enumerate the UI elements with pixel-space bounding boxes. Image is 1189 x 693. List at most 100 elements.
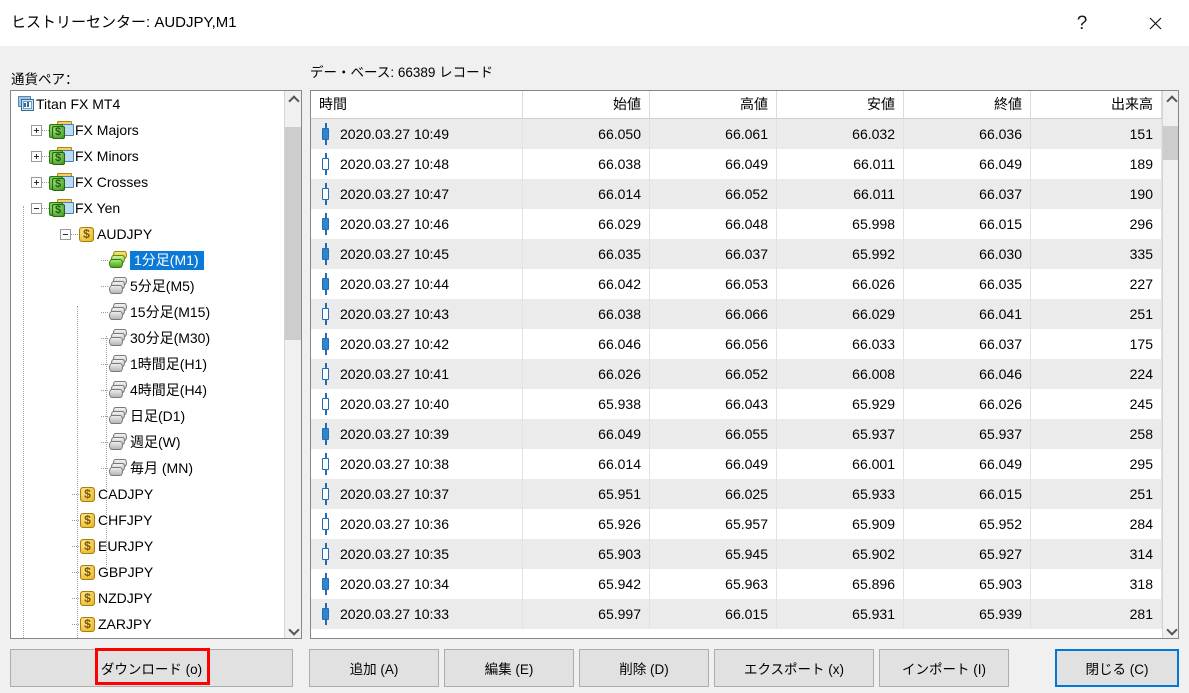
window-title: ヒストリーセンター: AUDJPY,M1	[11, 14, 237, 31]
candlestick-icon	[320, 423, 331, 445]
cell-volume: 295	[1031, 449, 1162, 479]
import-button[interactable]: インポート (I)	[879, 649, 1009, 687]
folder-money-icon: $	[49, 146, 75, 166]
cell-time: 2020.03.27 10:49	[340, 126, 449, 142]
tree-guide-line	[42, 129, 49, 131]
currency-pairs-label: 通貨ペア：	[11, 72, 79, 87]
edit-button[interactable]: 編集 (E)	[444, 649, 574, 687]
tree-item-w[interactable]: 週足(W)	[11, 429, 284, 455]
tree-item-cadjpy[interactable]: $ CADJPY	[11, 481, 284, 507]
table-row[interactable]: 2020.03.27 10:37 65.951 66.025 65.933 66.015…	[311, 479, 1162, 509]
table-row[interactable]: 2020.03.27 10:41 66.026 66.052 66.008 66.046…	[311, 359, 1162, 389]
cell-high: 66.037	[650, 239, 777, 269]
tree-item-fxminors[interactable]: $ FX Minors	[11, 143, 284, 169]
help-button[interactable]: ?	[1059, 0, 1105, 46]
table-row[interactable]: 2020.03.27 10:47 66.014 66.052 66.011 66.037…	[311, 179, 1162, 209]
symbol-coin-icon: $	[79, 590, 98, 607]
cell-high: 66.049	[650, 449, 777, 479]
tree-scrollbar-thumb[interactable]	[285, 127, 301, 340]
table-row[interactable]: 2020.03.27 10:40 65.938 66.043 65.929 66.026…	[311, 389, 1162, 419]
cell-open: 66.029	[523, 209, 650, 239]
cell-volume: 258	[1031, 419, 1162, 449]
database-icon	[108, 329, 130, 347]
tree-item-label: AUDJPY	[97, 225, 153, 242]
delete-button[interactable]: 削除 (D)	[579, 649, 709, 687]
tree-item-15m15[interactable]: 15分足(M15)	[11, 299, 284, 325]
cell-time: 2020.03.27 10:49	[311, 119, 523, 149]
cell-high: 65.963	[650, 569, 777, 599]
tree-item-1m1[interactable]: 1分足(M1)	[11, 247, 284, 273]
window-close-button[interactable]	[1132, 0, 1178, 46]
tree-item-30m30[interactable]: 30分足(M30)	[11, 325, 284, 351]
tree-item-fxmajors[interactable]: $ FX Majors	[11, 117, 284, 143]
tree-item-4h4[interactable]: 4時間足(H4)	[11, 377, 284, 403]
tree-scroll-down-button[interactable]	[285, 621, 301, 638]
tree-item-5m5[interactable]: 5分足(M5)	[11, 273, 284, 299]
database-icon	[108, 381, 130, 399]
cell-close: 65.937	[904, 419, 1031, 449]
tree-item-titanfxmt4[interactable]: Titan FX MT4	[11, 91, 284, 117]
table-row[interactable]: 2020.03.27 10:38 66.014 66.049 66.001 66.049…	[311, 449, 1162, 479]
column-header-4[interactable]: 終値	[904, 91, 1031, 118]
table-row[interactable]: 2020.03.27 10:45 66.035 66.037 65.992 66.030…	[311, 239, 1162, 269]
cell-volume: 314	[1031, 539, 1162, 569]
table-row[interactable]: 2020.03.27 10:36 65.926 65.957 65.909 65.952…	[311, 509, 1162, 539]
tree-item-1h1[interactable]: 1時間足(H1)	[11, 351, 284, 377]
tree-item-fxyen[interactable]: $ FX Yen	[11, 195, 284, 221]
tree-item-eurjpy[interactable]: $ EURJPY	[11, 533, 284, 559]
cell-high: 66.048	[650, 209, 777, 239]
table-row[interactable]: 2020.03.27 10:35 65.903 65.945 65.902 65.927…	[311, 539, 1162, 569]
cell-open: 66.050	[523, 119, 650, 149]
symbol-tree[interactable]: Titan FX MT4 $ FX Majors $ FX Minors $ FX Cros…	[11, 91, 284, 638]
table-row[interactable]: 2020.03.27 10:42 66.046 66.056 66.033 66.037…	[311, 329, 1162, 359]
tree-expander-collapsed[interactable]	[31, 150, 42, 162]
tree-expander-collapsed[interactable]	[31, 176, 42, 188]
cell-volume: 296	[1031, 209, 1162, 239]
cell-open: 65.938	[523, 389, 650, 419]
table-row[interactable]: 2020.03.27 10:43 66.038 66.066 66.029 66.041…	[311, 299, 1162, 329]
cell-low: 65.896	[777, 569, 904, 599]
add-button[interactable]: 追加 (A)	[309, 649, 439, 687]
table-row[interactable]: 2020.03.27 10:33 65.997 66.015 65.931 65.939…	[311, 599, 1162, 629]
column-header-0[interactable]: 時間	[311, 91, 523, 118]
column-header-5[interactable]: 出来高	[1031, 91, 1162, 118]
table-body[interactable]: 2020.03.27 10:49 66.050 66.061 66.032 66.036…	[311, 119, 1162, 637]
tree-item-label: 30分足(M30)	[130, 329, 211, 346]
history-table-panel: 時間 始値 高値 安値 終値 出来高 2020.03.27 10:49 66.050 66.0…	[310, 90, 1179, 639]
cell-volume: 251	[1031, 299, 1162, 329]
table-row[interactable]: 2020.03.27 10:34 65.942 65.963 65.896 65.903…	[311, 569, 1162, 599]
tree-expander-expanded[interactable]	[31, 202, 42, 214]
tree-expander-expanded[interactable]	[60, 228, 71, 240]
table-row[interactable]: 2020.03.27 10:48 66.038 66.049 66.011 66.049…	[311, 149, 1162, 179]
tree-item-fxcrosses[interactable]: $ FX Crosses	[11, 169, 284, 195]
table-row[interactable]: 2020.03.27 10:39 66.049 66.055 65.937 65.937…	[311, 419, 1162, 449]
download-button[interactable]: ダウンロード (o)	[10, 649, 293, 687]
table-row[interactable]: 2020.03.27 10:44 66.042 66.053 66.026 66.035…	[311, 269, 1162, 299]
chevron-up-icon	[290, 96, 297, 103]
tree-item-mn[interactable]: 毎月 (MN)	[11, 455, 284, 481]
table-vertical-scrollbar[interactable]	[1162, 91, 1178, 638]
tree-expander-collapsed[interactable]	[31, 124, 42, 136]
tree-item-nzdjpy[interactable]: $ NZDJPY	[11, 585, 284, 611]
export-button[interactable]: エクスポート (x)	[714, 649, 874, 687]
table-row[interactable]: 2020.03.27 10:46 66.029 66.048 65.998 66.015…	[311, 209, 1162, 239]
close-dialog-button[interactable]: 閉じる (C)	[1055, 649, 1179, 687]
table-scroll-down-button[interactable]	[1163, 621, 1178, 638]
cell-time: 2020.03.27 10:48	[340, 156, 449, 172]
table-row[interactable]: 2020.03.27 10:49 66.050 66.061 66.032 66.036…	[311, 119, 1162, 149]
cell-time: 2020.03.27 10:42	[311, 329, 523, 359]
tree-scroll-up-button[interactable]	[285, 91, 301, 108]
tree-guide-line	[101, 285, 108, 287]
tree-item-audjpy[interactable]: $ AUDJPY	[11, 221, 284, 247]
column-header-3[interactable]: 安値	[777, 91, 904, 118]
tree-item-d1[interactable]: 日足(D1)	[11, 403, 284, 429]
table-scrollbar-thumb[interactable]	[1163, 126, 1178, 160]
tree-item-zarjpy[interactable]: $ ZARJPY	[11, 611, 284, 637]
column-header-2[interactable]: 高値	[650, 91, 777, 118]
tree-item-chfjpy[interactable]: $ CHFJPY	[11, 507, 284, 533]
cell-open: 66.026	[523, 359, 650, 389]
tree-item-gbpjpy[interactable]: $ GBPJPY	[11, 559, 284, 585]
table-scroll-up-button[interactable]	[1163, 91, 1178, 108]
tree-vertical-scrollbar[interactable]	[284, 91, 301, 638]
column-header-1[interactable]: 始値	[523, 91, 650, 118]
